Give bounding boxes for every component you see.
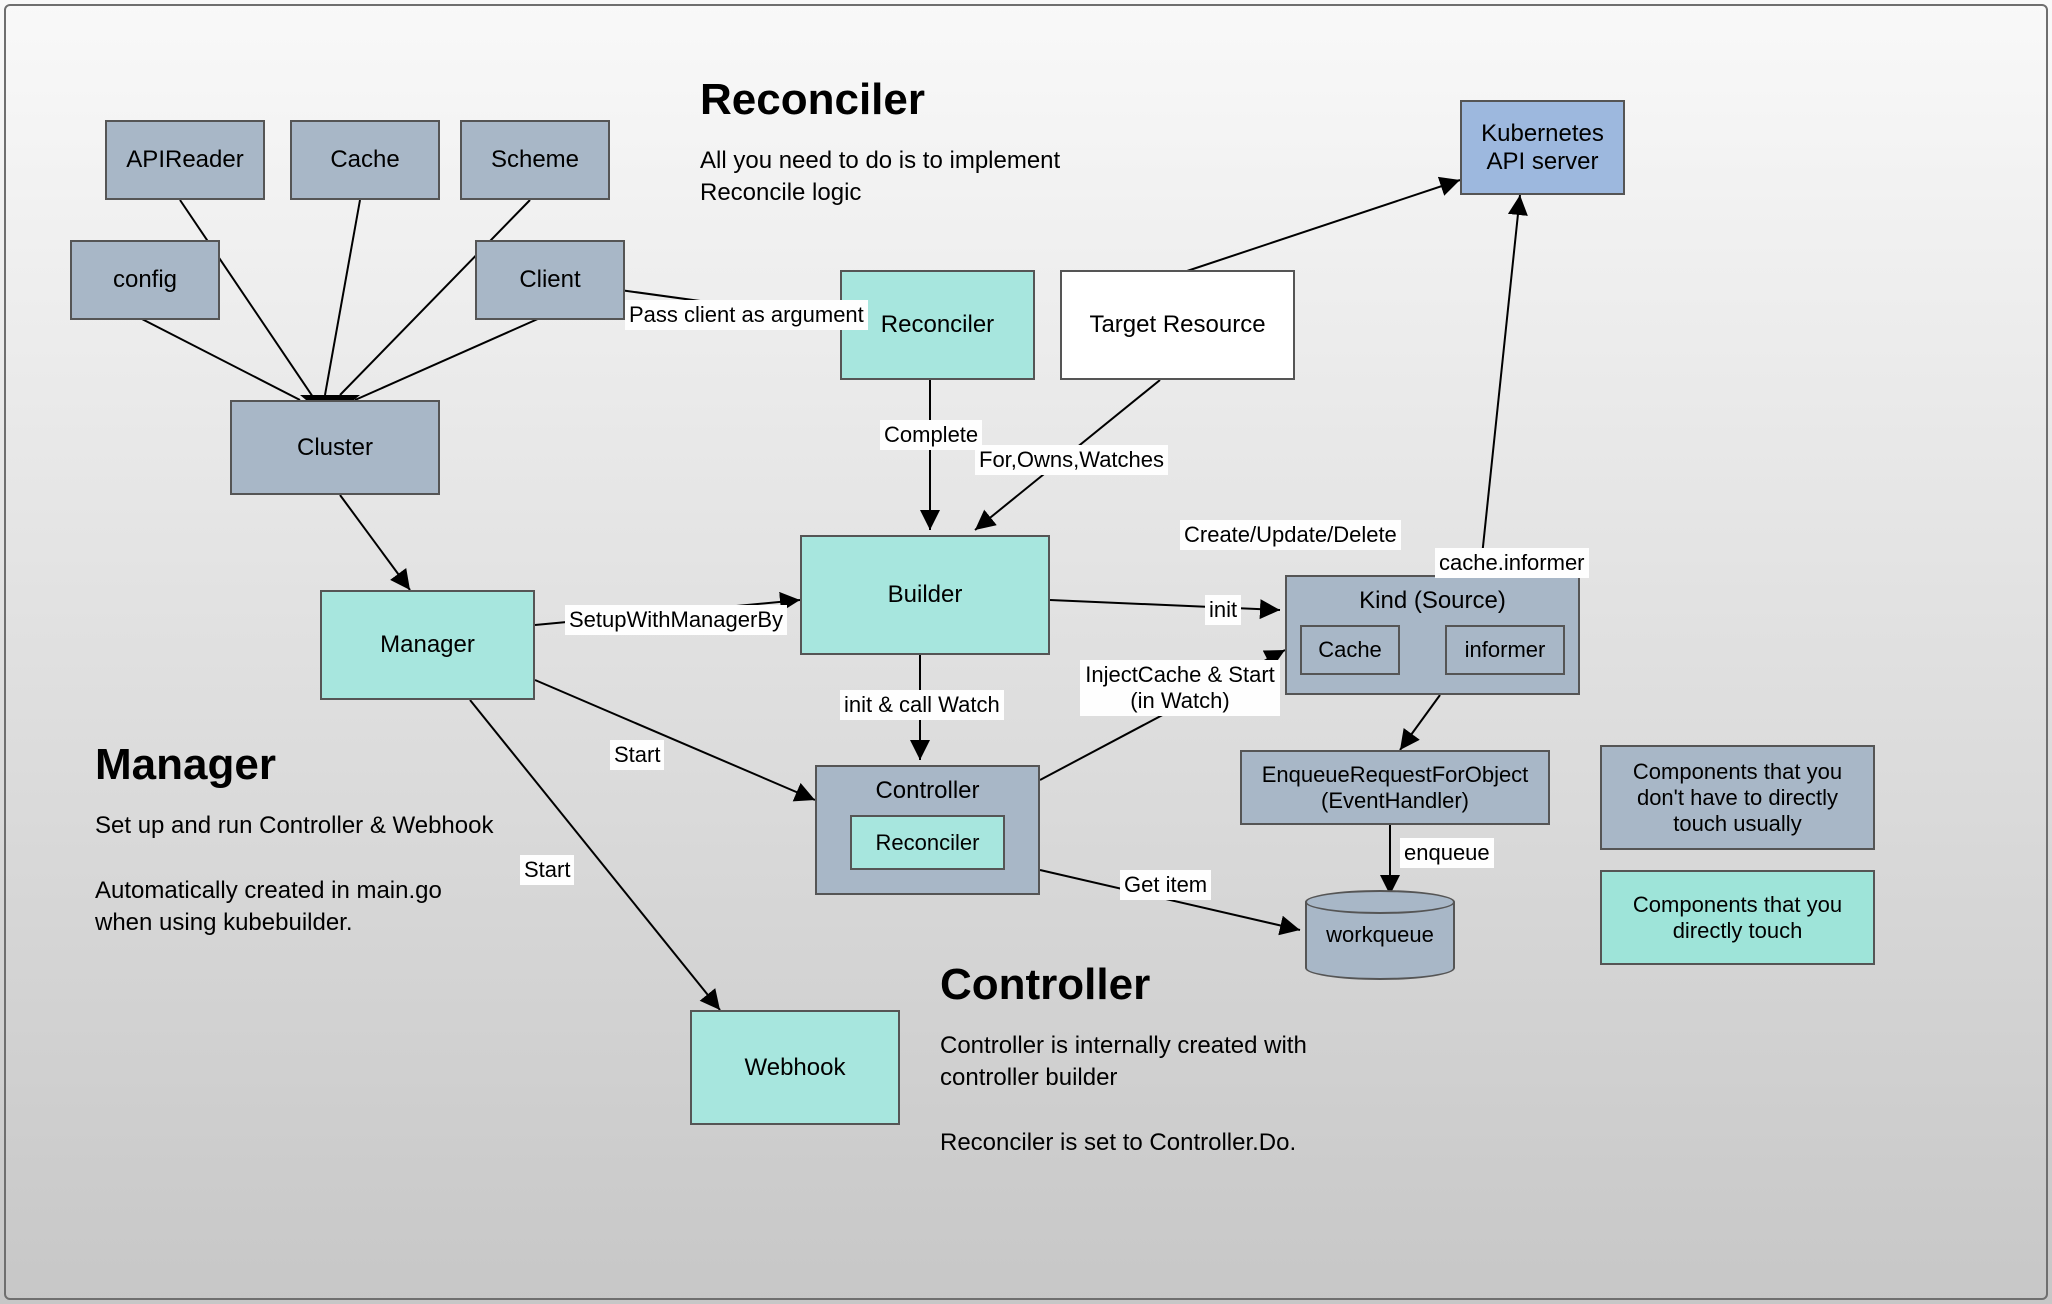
label-for-owns-watches: For,Owns,Watches xyxy=(975,445,1168,475)
node-scheme: Scheme xyxy=(460,120,610,200)
node-k8s-api: Kubernetes API server xyxy=(1460,100,1625,195)
reconciler-heading: Reconciler xyxy=(700,75,925,125)
node-controller-reconciler: Reconciler xyxy=(850,815,1005,870)
manager-subtitle: Set up and run Controller & Webhook Auto… xyxy=(95,810,495,940)
node-target-resource: Target Resource xyxy=(1060,270,1295,380)
label-init: init xyxy=(1205,595,1241,625)
label-enqueue: enqueue xyxy=(1400,838,1494,868)
node-workqueue: workqueue xyxy=(1305,890,1455,980)
node-cluster: Cluster xyxy=(230,400,440,495)
node-reconciler: Reconciler xyxy=(840,270,1035,380)
label-complete: Complete xyxy=(880,420,982,450)
label-cache-informer: cache.informer xyxy=(1435,548,1589,578)
reconciler-subtitle: All you need to do is to implement Recon… xyxy=(700,145,1140,210)
manager-heading: Manager xyxy=(95,740,276,790)
label-get-item: Get item xyxy=(1120,870,1211,900)
node-config: config xyxy=(70,240,220,320)
legend-teal: Components that you directly touch xyxy=(1600,870,1875,965)
node-manager: Manager xyxy=(320,590,535,700)
label-init-call-watch: init & call Watch xyxy=(840,690,1004,720)
controller-heading: Controller xyxy=(940,960,1150,1010)
node-apireader: APIReader xyxy=(105,120,265,200)
legend-grey: Components that you don't have to direct… xyxy=(1600,745,1875,850)
node-kind-cache: Cache xyxy=(1300,625,1400,675)
node-webhook: Webhook xyxy=(690,1010,900,1125)
node-cache: Cache xyxy=(290,120,440,200)
label-setup-with-manager: SetupWithManagerBy xyxy=(565,605,787,635)
node-builder: Builder xyxy=(800,535,1050,655)
node-enqueue-handler: EnqueueRequestForObject (EventHandler) xyxy=(1240,750,1550,825)
label-inject-cache: InjectCache & Start (in Watch) xyxy=(1080,660,1280,716)
label-pass-client: Pass client as argument xyxy=(625,300,868,330)
controller-subtitle: Controller is internally created with co… xyxy=(940,1030,1340,1160)
node-client: Client xyxy=(475,240,625,320)
label-create-update-delete: Create/Update/Delete xyxy=(1180,520,1401,550)
node-kind-informer: informer xyxy=(1445,625,1565,675)
label-start1: Start xyxy=(610,740,664,770)
label-start2: Start xyxy=(520,855,574,885)
